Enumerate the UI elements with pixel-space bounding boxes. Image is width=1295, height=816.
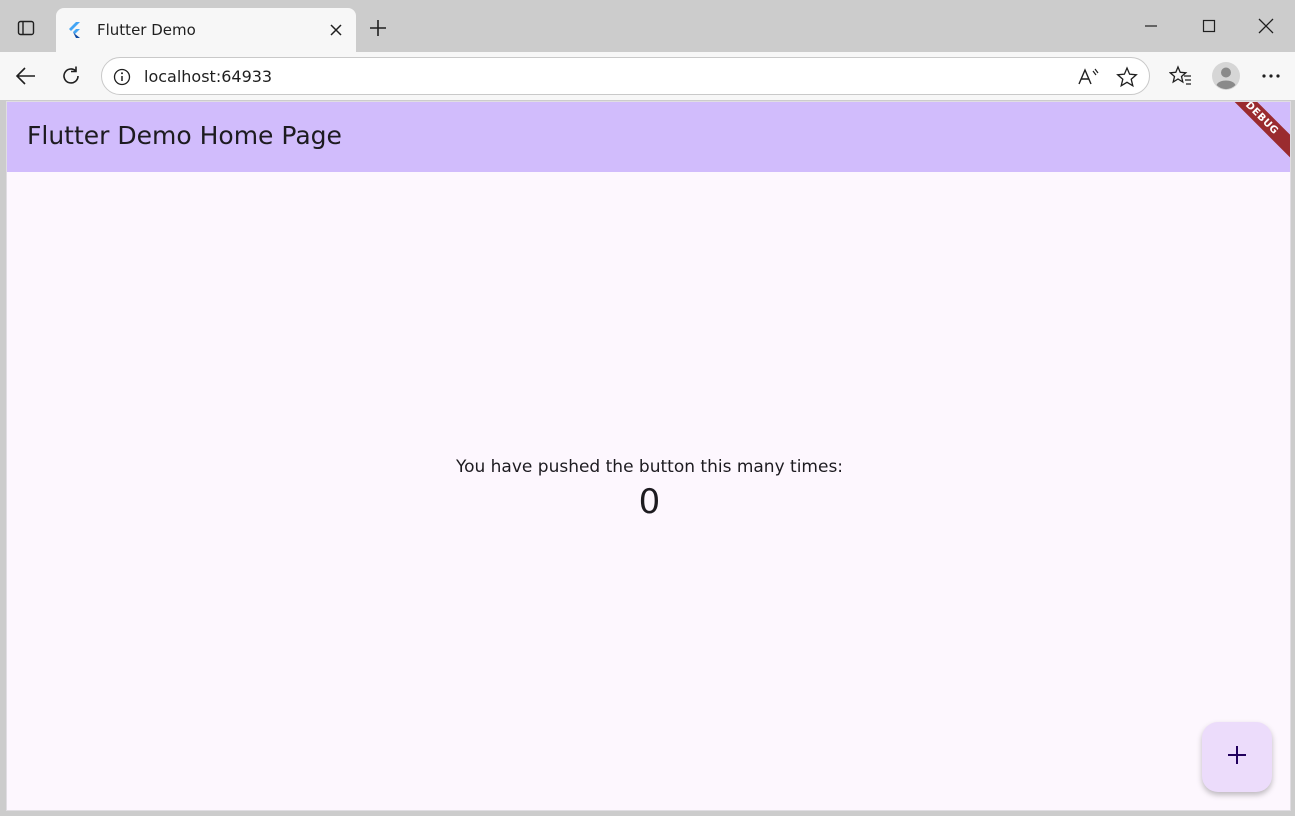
app-bar: Flutter Demo Home Page <box>7 102 1290 172</box>
page-title: Flutter Demo Home Page <box>27 121 342 150</box>
more-icon[interactable] <box>1255 60 1287 92</box>
increment-button[interactable] <box>1202 722 1272 792</box>
refresh-icon[interactable] <box>55 60 87 92</box>
avatar-icon[interactable] <box>1210 60 1242 92</box>
back-arrow-icon[interactable] <box>10 60 42 92</box>
tab-title: Flutter Demo <box>97 21 196 39</box>
plus-icon[interactable] <box>364 14 392 42</box>
close-icon[interactable] <box>324 18 348 42</box>
tab-actions-icon[interactable] <box>10 12 42 44</box>
counter-label: You have pushed the button this many tim… <box>455 457 844 477</box>
favorites-icon[interactable] <box>1165 60 1197 92</box>
read-aloud-icon[interactable] <box>1076 65 1100 89</box>
browser-toolbar: localhost:64933 <box>0 52 1295 100</box>
close-window-icon[interactable] <box>1237 0 1295 52</box>
star-icon[interactable] <box>1115 65 1139 89</box>
page-content: Flutter Demo Home Page DEBUG You have pu… <box>6 101 1291 811</box>
plus-icon <box>1226 744 1248 771</box>
minimize-icon[interactable] <box>1122 0 1180 52</box>
tab-strip: Flutter Demo <box>0 0 1295 52</box>
counter-value: 0 <box>638 482 661 522</box>
maximize-icon[interactable] <box>1180 0 1238 52</box>
info-icon[interactable] <box>112 67 132 87</box>
url-text[interactable]: localhost:64933 <box>144 67 272 86</box>
address-bar[interactable]: localhost:64933 <box>101 57 1150 95</box>
flutter-logo-icon <box>66 21 84 39</box>
browser-window: Flutter Demo localhost:64933 Flutter Dem… <box>0 0 1295 816</box>
counter-section: You have pushed the button this many tim… <box>7 457 1290 522</box>
browser-tab[interactable]: Flutter Demo <box>56 8 356 52</box>
